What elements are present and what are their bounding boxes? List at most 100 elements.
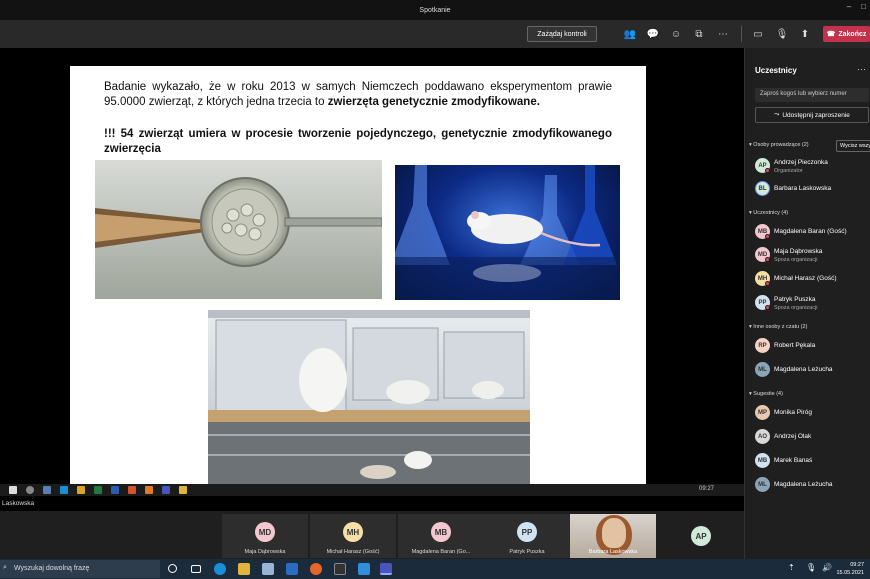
share-invite-button[interactable]: ⤳ Udostępnij zaproszenie bbox=[755, 107, 869, 123]
participant-item[interactable]: PP Patryk Puszka Spoza organizacji bbox=[755, 293, 870, 315]
avatar: MP bbox=[755, 405, 770, 420]
participant-strip: MD Maja Dąbrowska MH Michał Harasz (Gość… bbox=[0, 511, 744, 559]
share-screen-icon[interactable]: ⬆ bbox=[798, 27, 812, 41]
suggestion-item[interactable]: AO Andrzej Olak bbox=[755, 427, 870, 449]
minimize-icon[interactable]: – bbox=[847, 2, 851, 11]
teams-icon[interactable] bbox=[380, 563, 392, 575]
participant-tile[interactable]: MB Magdalena Baran (Go... bbox=[398, 514, 484, 558]
cortana-icon[interactable] bbox=[168, 564, 177, 573]
participant-tile[interactable]: PP Patryk Puszka bbox=[484, 514, 570, 558]
title-bar: Spotkanie – □ bbox=[0, 0, 870, 20]
participant-name: Maja Dąbrowska bbox=[244, 549, 286, 555]
presenter-name-label: Laskowska bbox=[2, 500, 35, 507]
reactions-icon[interactable]: ☺ bbox=[669, 27, 683, 41]
inner-excel-icon bbox=[94, 486, 102, 494]
avatar: BL bbox=[755, 181, 770, 196]
participant-item[interactable]: BL Barbara Laskowska bbox=[755, 179, 870, 201]
suggestion-item[interactable]: ML Magdalena Leżucha bbox=[755, 475, 870, 497]
participant-role: Spoza organizacji bbox=[774, 305, 818, 311]
avatar: MD bbox=[255, 522, 275, 542]
presenters-section-header[interactable]: ▾ Osoby prowadzące (2) bbox=[749, 142, 809, 148]
inner-word-icon bbox=[111, 486, 119, 494]
presence-dot bbox=[765, 281, 770, 286]
more-actions-icon[interactable]: ⋯ bbox=[716, 27, 730, 41]
share-tray-icon[interactable]: ⧉ bbox=[692, 27, 706, 41]
edge-icon[interactable] bbox=[214, 563, 226, 575]
inner-vlc-icon bbox=[145, 486, 153, 494]
slide-paragraph-1: Badanie wykazało, że w roku 2013 w samyc… bbox=[104, 80, 612, 110]
participant-item[interactable]: MB Magdalena Baran (Gość) bbox=[755, 222, 870, 244]
mic-off-icon[interactable]: 🎙 bbox=[775, 27, 789, 41]
volume-icon[interactable]: 🔊 bbox=[822, 563, 832, 572]
participant-role: Spoza organizacji bbox=[774, 257, 818, 263]
avatar: ML bbox=[755, 362, 770, 377]
panel-more-icon[interactable]: ⋯ bbox=[857, 64, 866, 75]
end-call-button[interactable]: ☎ Zakończ bbox=[823, 26, 870, 42]
participant-name: Marek Banaś bbox=[774, 457, 813, 464]
teams-meeting-window: Spotkanie – □ Zażądaj kontroli 👥 💬 ☺ ⧉ ⋯… bbox=[0, 0, 870, 579]
inner-search-icon bbox=[26, 486, 34, 494]
participant-item[interactable]: ML Magdalena Leżucha bbox=[755, 360, 870, 382]
participant-tile[interactable]: AP bbox=[658, 514, 744, 558]
participant-item[interactable]: AP Andrzej Pieczonka Organizator bbox=[755, 156, 870, 178]
suggestion-item[interactable]: MB Marek Banaś bbox=[755, 451, 870, 473]
participant-name: Robert Pękala bbox=[774, 342, 816, 349]
inner-edge-icon bbox=[60, 486, 68, 494]
window-controls: – □ bbox=[847, 2, 866, 11]
panel-title: Uczestnicy bbox=[755, 66, 797, 75]
participants-icon[interactable]: 👥 bbox=[623, 27, 637, 41]
inner-folder-icon bbox=[179, 486, 187, 494]
meeting-toolbar: Zażądaj kontroli 👥 💬 ☺ ⧉ ⋯ ▭ 🎙 ⬆ ☎ Zakoń… bbox=[0, 20, 870, 48]
participant-name: Andrzej Pieczonka bbox=[774, 159, 828, 166]
request-control-button[interactable]: Zażądaj kontroli bbox=[527, 26, 597, 42]
file-explorer-icon[interactable] bbox=[238, 563, 250, 575]
presence-dot bbox=[765, 234, 770, 239]
inner-taskview-icon bbox=[43, 486, 51, 494]
participant-name: Magdalena Leżucha bbox=[774, 481, 833, 488]
participant-video-tile[interactable]: Barbara Laskowska bbox=[570, 514, 656, 558]
participant-name: Magdalena Baran (Go... bbox=[411, 549, 471, 555]
lab-mice-cages-image bbox=[208, 310, 530, 486]
store-icon[interactable] bbox=[262, 563, 274, 575]
inner-powerpoint-icon bbox=[128, 486, 136, 494]
chat-others-section-header[interactable]: ▾ Inne osoby z czatu (2) bbox=[749, 324, 807, 330]
participants-panel: Uczestnicy ⋯ Zaproś kogoś lub wybierz nu… bbox=[744, 48, 870, 559]
participant-name: Maja Dąbrowska bbox=[774, 248, 823, 255]
mic-tray-icon[interactable]: 🎙 bbox=[806, 563, 816, 572]
share-link-icon: ⤳ bbox=[774, 111, 780, 118]
invite-input[interactable]: Zaproś kogoś lub wybierz numer bbox=[755, 88, 869, 102]
taskbar-search-input[interactable]: ⌕ Wyszukaj dowolną frazę bbox=[0, 560, 160, 578]
participant-name: Andrzej Olak bbox=[774, 433, 812, 440]
avatar: ML bbox=[755, 477, 770, 492]
mute-all-button[interactable]: Wycisz wszystkich bbox=[836, 140, 870, 152]
taskbar-search-placeholder: Wyszukaj dowolną frazę bbox=[14, 565, 90, 572]
participant-item[interactable]: MH Michał Harasz (Gość) bbox=[755, 269, 870, 291]
network-icon[interactable]: ⇡ bbox=[788, 563, 795, 572]
suggestion-item[interactable]: MP Monika Piróg bbox=[755, 403, 870, 425]
inner-start-icon bbox=[9, 486, 17, 494]
windows-taskbar: ⌕ Wyszukaj dowolną frazę ⇡ 🎙 🔊 09:27 15.… bbox=[0, 559, 870, 579]
attendees-section-header[interactable]: ▾ Uczestnicy (4) bbox=[749, 210, 788, 216]
chat-icon[interactable]: 💬 bbox=[646, 27, 660, 41]
vscode-icon[interactable] bbox=[358, 563, 370, 575]
participant-tile[interactable]: MH Michał Harasz (Gość) bbox=[310, 514, 396, 558]
participant-name: Michał Harasz (Gość) bbox=[774, 275, 837, 282]
suggestions-section-header[interactable]: ▾ Sugestie (4) bbox=[749, 391, 783, 397]
maximize-icon[interactable]: □ bbox=[861, 2, 866, 11]
participant-name: Patryk Puszka bbox=[774, 296, 816, 303]
participant-tile[interactable]: MD Maja Dąbrowska bbox=[222, 514, 308, 558]
video-person-face bbox=[602, 518, 626, 548]
mail-icon[interactable] bbox=[286, 563, 298, 575]
window-title: Spotkanie bbox=[419, 6, 451, 14]
participant-item[interactable]: RP Robert Pękala bbox=[755, 336, 870, 358]
camera-off-icon[interactable]: ▭ bbox=[751, 27, 765, 41]
microinjection-image bbox=[95, 160, 382, 299]
participant-name: Patryk Puszka bbox=[509, 549, 545, 555]
terminal-icon[interactable] bbox=[334, 563, 346, 575]
firefox-icon[interactable] bbox=[310, 563, 322, 575]
task-view-icon[interactable] bbox=[191, 565, 201, 573]
attendees-section-label: Uczestnicy (4) bbox=[753, 210, 789, 216]
slide-paragraph-1-bold: zwierzęta genetycznie zmodyfikowane. bbox=[327, 96, 540, 108]
participant-item[interactable]: MD Maja Dąbrowska Spoza organizacji bbox=[755, 245, 870, 267]
taskbar-clock[interactable]: 09:27 15.05.2021 bbox=[836, 561, 864, 577]
